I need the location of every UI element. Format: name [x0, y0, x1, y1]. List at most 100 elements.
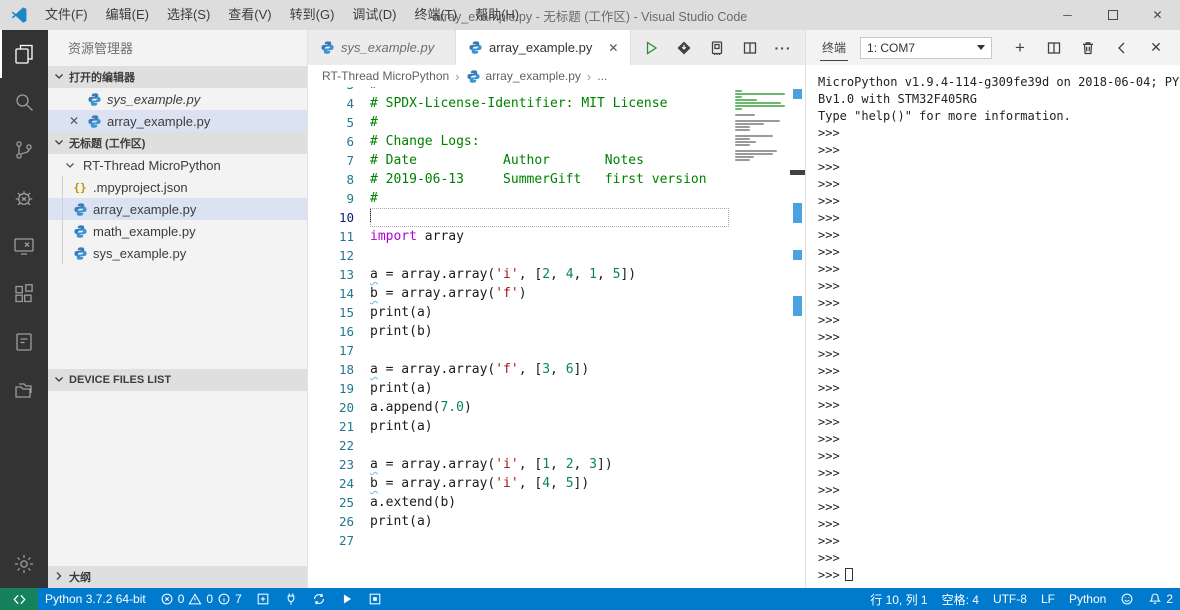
tree-file-item[interactable]: {} .mpyproject.json	[48, 176, 307, 198]
window-controls: ─ ✕	[1045, 0, 1180, 30]
breadcrumb-item[interactable]: ...	[597, 69, 607, 83]
menu-h[interactable]: 帮助(H)	[466, 0, 528, 30]
play-icon[interactable]	[333, 588, 361, 610]
breadcrumb[interactable]: RT-Thread MicroPython › array_example.py ›.…	[308, 65, 805, 87]
smiley-icon[interactable]	[1113, 588, 1141, 610]
maximize-button[interactable]	[1090, 0, 1135, 30]
new-box-icon[interactable]	[249, 588, 277, 610]
tab-array_example-py[interactable]: array_example.py ✕	[456, 30, 632, 65]
editor-group: sys_example.py array_example.py ✕ ··· RT-T…	[308, 30, 805, 588]
stop-icon[interactable]	[361, 588, 389, 610]
download-to-device-icon[interactable]	[676, 40, 692, 56]
close-icon[interactable]: ✕	[66, 114, 82, 128]
new-terminal-icon[interactable]: +	[1012, 38, 1028, 57]
menu-v[interactable]: 查看(V)	[219, 0, 280, 30]
file-label: sys_example.py	[107, 91, 201, 107]
terminal-content[interactable]: MicroPython v1.9.4-114-g309fe39d on 2018…	[806, 65, 1180, 588]
menu-d[interactable]: 调试(D)	[343, 0, 405, 30]
close-button[interactable]: ✕	[1135, 0, 1180, 30]
sync-icon[interactable]	[305, 588, 333, 610]
outline-header[interactable]: 大纲	[48, 566, 307, 588]
menu-f[interactable]: 文件(F)	[36, 0, 97, 30]
remote-indicator[interactable]	[0, 588, 38, 610]
python-icon	[466, 69, 480, 83]
device-monitor-icon[interactable]	[0, 222, 48, 270]
more-actions-icon[interactable]: ···	[775, 40, 791, 56]
menu-bar: 文件(F) 编辑(E) 选择(S) 查看(V) 转到(G) 调试(D) 终端(T) 帮助(H)	[36, 0, 528, 30]
menu-g[interactable]: 转到(G)	[281, 0, 344, 30]
workspace-header[interactable]: 无标题 (工作区)	[48, 132, 307, 154]
explorer-icon[interactable]	[0, 30, 48, 78]
python-icon	[86, 113, 102, 129]
python-icon	[72, 245, 88, 261]
python-interpreter[interactable]: Python 3.7.2 64-bit	[38, 588, 153, 610]
cursor-position[interactable]: 行 10, 列 1	[863, 588, 934, 610]
python-icon	[72, 223, 88, 239]
encoding[interactable]: UTF-8	[986, 588, 1034, 610]
python-icon	[468, 40, 483, 55]
gear-icon[interactable]	[0, 540, 48, 588]
source-control-icon[interactable]	[0, 126, 48, 174]
notification-count: 2	[1166, 592, 1173, 606]
chevron-down-icon	[51, 371, 67, 390]
notifications-bell[interactable]: 2	[1141, 588, 1180, 610]
run-file-icon[interactable]	[643, 40, 659, 56]
tree-file-item[interactable]: array_example.py	[48, 198, 307, 220]
chevron-down-icon	[51, 134, 67, 153]
run-on-device-icon[interactable]	[709, 40, 725, 56]
minimize-button[interactable]: ─	[1045, 0, 1090, 30]
code-editor[interactable]: 3456789101112131415161718192021222324252…	[308, 87, 805, 588]
code-line-13: a = array.array('i', [2, 4, 1, 5])	[370, 267, 637, 282]
code-line-23: a = array.array('i', [1, 2, 3])	[370, 457, 613, 472]
line-numbers: 3456789101112131415161718192021222324252…	[338, 87, 354, 548]
overview-ruler[interactable]	[790, 87, 805, 588]
code-line-19: print(a)	[370, 381, 433, 396]
search-icon[interactable]	[0, 78, 48, 126]
eol[interactable]: LF	[1034, 588, 1062, 610]
breadcrumb-item[interactable]: array_example.py	[486, 69, 581, 83]
split-editor-icon[interactable]	[742, 40, 758, 56]
minimap[interactable]	[733, 90, 791, 165]
code-line-9: #	[370, 191, 378, 206]
terminal-tab[interactable]: 终端	[820, 34, 849, 61]
split-terminal-icon[interactable]	[1046, 40, 1062, 56]
file-label: math_example.py	[93, 223, 196, 239]
tree-folder-root[interactable]: RT-Thread MicroPython	[48, 154, 307, 176]
navigate-back-icon[interactable]	[1114, 40, 1130, 56]
code-line-24: b = array.array('i', [4, 5])	[370, 476, 590, 491]
status-bar: Python 3.7.2 64-bit 0 0 7 行 10, 列 1 空格: 4 UT…	[0, 588, 1180, 610]
indentation[interactable]: 空格: 4	[935, 588, 986, 610]
terminal-select[interactable]: 1: COM7	[860, 36, 993, 59]
terminal-cursor	[844, 568, 853, 581]
file-label: array_example.py	[107, 113, 211, 129]
code-line-21: print(a)	[370, 419, 433, 434]
code-line-8: # 2019-06-13 SummerGift first version	[370, 172, 707, 187]
open-editor-item[interactable]: sys_example.py	[48, 88, 307, 110]
problems-indicator[interactable]: 0 0 7	[153, 588, 249, 610]
open-editors-header[interactable]: 打开的编辑器	[48, 66, 307, 88]
tree-file-item[interactable]: math_example.py	[48, 220, 307, 242]
kill-terminal-icon[interactable]	[1080, 40, 1096, 56]
breadcrumb-item[interactable]: RT-Thread MicroPython	[322, 69, 449, 83]
menu-t[interactable]: 终端(T)	[405, 0, 466, 30]
menu-s[interactable]: 选择(S)	[158, 0, 219, 30]
close-icon[interactable]: ✕	[608, 41, 618, 55]
open-editor-item[interactable]: ✕ array_example.py	[48, 110, 307, 132]
terminal-panel: 终端 1: COM7 + ✕ MicroPython v1.9.4-114-g30…	[805, 30, 1180, 588]
device-files-header[interactable]: DEVICE FILES LIST	[48, 369, 307, 391]
explorer-sidebar: 资源管理器 打开的编辑器 sys_example.py ✕ array_exampl…	[48, 30, 308, 588]
close-panel-icon[interactable]: ✕	[1148, 39, 1164, 56]
usb-plug-icon[interactable]	[277, 588, 305, 610]
debug-icon[interactable]	[0, 174, 48, 222]
tab-sys_example-py[interactable]: sys_example.py	[308, 30, 456, 65]
menu-e[interactable]: 编辑(E)	[97, 0, 158, 30]
extensions-icon[interactable]	[0, 270, 48, 318]
problem-count: 7	[235, 592, 242, 606]
folders-icon[interactable]	[0, 366, 48, 414]
sidebar-title: 资源管理器	[68, 41, 134, 56]
language-mode[interactable]: Python	[1062, 588, 1113, 610]
notebook-icon[interactable]	[0, 318, 48, 366]
tree-file-item[interactable]: sys_example.py	[48, 242, 307, 264]
